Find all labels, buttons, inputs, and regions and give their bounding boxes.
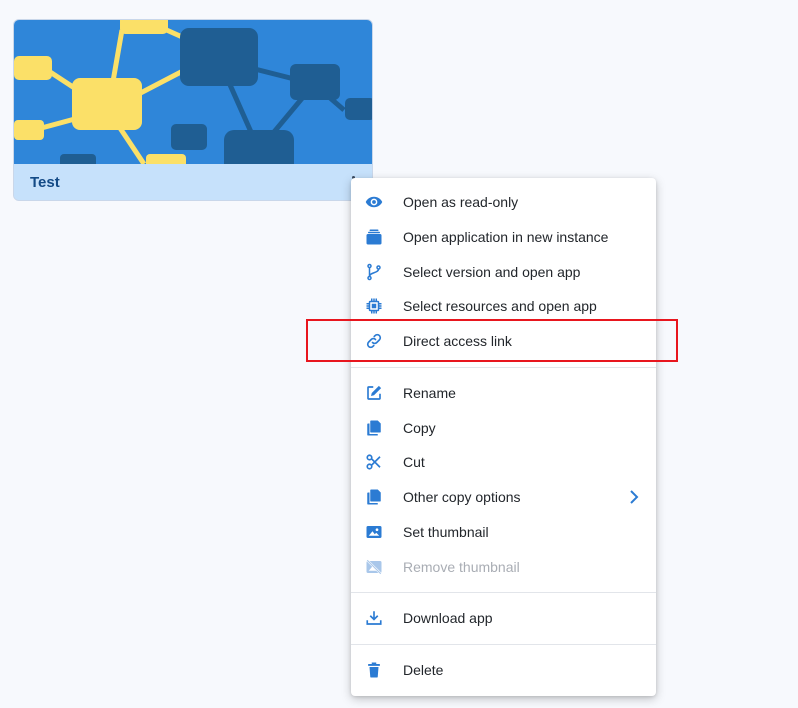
copy-icon [367,420,381,436]
menu-item-set-thumbnail[interactable]: Set thumbnail [351,515,656,550]
stack-icon [366,229,382,245]
link-icon [366,333,382,349]
menu-item-label: Set thumbnail [403,524,489,540]
menu-item-label: Download app [403,610,493,626]
app-title: Test [30,174,60,191]
image-icon [366,526,382,538]
menu-item-remove-thumbnail: Remove thumbnail [351,550,656,585]
menu-item-open-read-only[interactable]: Open as read-only [351,185,656,220]
menu-item-label: Copy [403,420,436,436]
menu-item-label: Direct access link [403,333,512,349]
menu-item-cut[interactable]: Cut [351,445,656,480]
menu-item-select-version[interactable]: Select version and open app [351,255,656,290]
context-menu: Open as read-only Open application in ne… [351,178,656,696]
download-icon [366,611,382,625]
menu-divider [351,592,656,593]
image-off-icon [366,559,382,575]
copy-icon [367,489,381,505]
card-footer: Test [14,164,372,200]
menu-item-label: Open application in new instance [403,229,609,245]
eye-icon [365,196,383,208]
menu-item-label: Rename [403,385,456,401]
scissors-icon [366,454,381,470]
trash-icon [368,662,380,678]
menu-item-label: Select version and open app [403,264,581,280]
menu-item-label: Cut [403,454,425,470]
menu-item-label: Other copy options [403,489,521,505]
menu-item-label: Remove thumbnail [403,559,520,575]
app-thumbnail [14,20,372,164]
menu-item-copy[interactable]: Copy [351,411,656,446]
menu-item-select-resources[interactable]: Select resources and open app [351,289,656,324]
chevron-right-icon [630,490,639,504]
menu-divider [351,367,656,368]
edit-icon [367,385,382,400]
branch-icon [367,263,381,281]
menu-item-open-new-instance[interactable]: Open application in new instance [351,220,656,255]
menu-item-label: Select resources and open app [403,298,597,314]
menu-item-download-app[interactable]: Download app [351,601,656,636]
menu-item-other-copy-options[interactable]: Other copy options [351,480,656,515]
menu-item-delete[interactable]: Delete [351,653,656,688]
page: Test Open as read-only Open application … [0,0,798,708]
menu-item-label: Open as read-only [403,194,519,210]
menu-divider [351,644,656,645]
menu-item-label: Delete [403,662,444,678]
menu-item-direct-access-link[interactable]: Direct access link [351,324,656,359]
app-card[interactable]: Test [13,19,373,201]
menu-item-rename[interactable]: Rename [351,376,656,411]
chip-icon [366,298,382,314]
